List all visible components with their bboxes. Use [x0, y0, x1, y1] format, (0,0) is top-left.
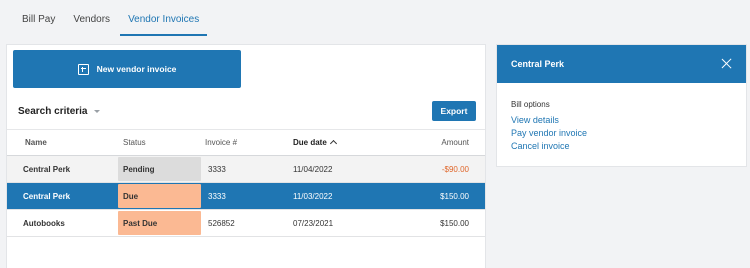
- header-amount[interactable]: Amount: [397, 138, 485, 147]
- detail-panel-header: Central Perk: [497, 45, 746, 83]
- header-due-date-label: Due date: [293, 138, 327, 147]
- tab-vendor-invoices[interactable]: Vendor Invoices: [120, 0, 208, 36]
- cell-name: Central Perk: [23, 191, 71, 201]
- search-criteria-label: Search criteria: [18, 106, 88, 117]
- chevron-down-icon: [93, 110, 100, 113]
- header-name[interactable]: Name: [7, 138, 109, 147]
- view-details-link[interactable]: View details: [511, 115, 559, 125]
- header-status[interactable]: Status: [109, 130, 203, 155]
- status-badge: Due: [118, 184, 201, 208]
- status-badge: Past Due: [118, 211, 201, 235]
- invoice-list-panel: New vendor invoice Search criteria Expor…: [6, 44, 486, 268]
- tab-bar: Bill Pay Vendors Vendor Invoices: [14, 0, 209, 36]
- status-badge: Pending: [118, 157, 201, 181]
- close-icon[interactable]: [721, 58, 732, 69]
- cell-amount: $150.00: [440, 191, 469, 201]
- table-row[interactable]: Central Perk Pending 3333 11/04/2022 -$9…: [7, 156, 485, 183]
- cell-invoice: 526852: [208, 218, 235, 228]
- cell-name: Central Perk: [23, 164, 71, 174]
- cell-due-date: 07/23/2021: [293, 218, 334, 228]
- header-due-date[interactable]: Due date: [290, 138, 397, 148]
- table-header: Name Status Invoice # Due date Amount: [7, 129, 485, 156]
- cell-name: Autobooks: [23, 218, 65, 228]
- new-vendor-invoice-button[interactable]: New vendor invoice: [13, 50, 241, 88]
- invoice-detail-panel: Central Perk Bill options View details P…: [496, 44, 747, 167]
- table-row[interactable]: Autobooks Past Due 526852 07/23/2021 $15…: [7, 210, 485, 237]
- cell-amount: $150.00: [440, 218, 469, 228]
- cell-due-date: 11/04/2022: [293, 164, 333, 174]
- table-row-selected[interactable]: Central Perk Due 3333 11/03/2022 $150.00: [7, 183, 485, 210]
- invoice-table: Name Status Invoice # Due date Amount Ce…: [7, 129, 485, 237]
- detail-panel-title: Central Perk: [511, 59, 565, 69]
- tab-vendors[interactable]: Vendors: [65, 0, 118, 36]
- cell-status: Past Due: [109, 210, 203, 236]
- tab-bill-pay[interactable]: Bill Pay: [14, 0, 63, 36]
- plus-square-icon: [77, 63, 89, 75]
- cell-due-date: 11/03/2022: [293, 191, 333, 201]
- bill-options-label: Bill options: [511, 100, 550, 109]
- export-button[interactable]: Export: [432, 101, 476, 121]
- new-vendor-invoice-label: New vendor invoice: [96, 64, 177, 74]
- cell-status: Pending: [109, 156, 203, 182]
- cell-invoice: 3333: [208, 164, 226, 174]
- header-invoice[interactable]: Invoice #: [203, 138, 290, 147]
- cancel-invoice-link[interactable]: Cancel invoice: [511, 141, 570, 151]
- cell-status: Due: [109, 183, 203, 209]
- cell-amount: -$90.00: [441, 164, 469, 174]
- search-criteria-toggle[interactable]: Search criteria: [18, 106, 100, 117]
- cell-invoice: 3333: [208, 191, 226, 201]
- sort-ascending-icon: [329, 139, 337, 148]
- pay-vendor-invoice-link[interactable]: Pay vendor invoice: [511, 128, 587, 138]
